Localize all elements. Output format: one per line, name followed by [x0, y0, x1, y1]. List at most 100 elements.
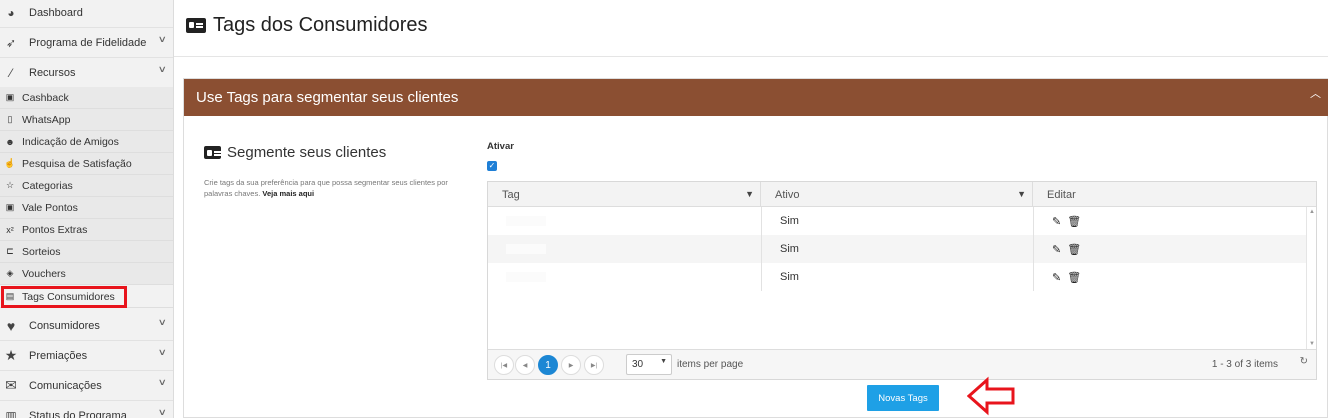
sidebar-item-label: Dashboard	[29, 6, 83, 19]
ticket-icon: ⊏	[6, 246, 14, 256]
chevron-down-icon: ∨	[158, 407, 168, 417]
sidebar-subitem-whatsapp[interactable]: ▯ WhatsApp	[0, 109, 173, 131]
sidebar-subitem-pesquisa-de-satisfacao[interactable]: ☝ Pesquisa de Satisfação	[0, 153, 173, 175]
sidebar-item-premiacoes[interactable]: ★ Premiações ∨	[0, 341, 173, 371]
sidebar-item-dashboard[interactable]: ◕ Dashboard	[0, 0, 173, 28]
column-header-tag[interactable]: Tag ▼	[488, 182, 761, 207]
panel-title: Use Tags para segmentar seus clientes	[196, 89, 459, 106]
next-page-icon[interactable]: ▶	[561, 355, 581, 375]
sidebar-subitem-label: Categorias	[22, 179, 73, 192]
money-icon: ▣	[5, 92, 15, 102]
sidebar-item-label: Recursos	[29, 66, 76, 79]
star-icon: ★	[4, 347, 18, 363]
gauge-icon: ◕	[7, 5, 15, 20]
grid-scrollbar[interactable]: ▲ ▼	[1306, 207, 1316, 349]
section-title: Segmente seus clientes	[204, 144, 386, 161]
chevron-up-icon[interactable]: ︿	[1310, 85, 1321, 101]
chevron-down-icon: ∨	[158, 317, 168, 327]
phone-icon: ▯	[7, 114, 13, 124]
column-header-ativo[interactable]: Ativo ▼	[761, 182, 1033, 207]
ativar-checkbox[interactable]: ✓	[487, 161, 497, 171]
table-row[interactable]: Sim ✎ 🗑	[488, 263, 1306, 291]
sidebar-subitem-indicacao-de-amigos[interactable]: ☻ Indicação de Amigos	[0, 131, 173, 153]
superscript-icon: x²	[6, 224, 14, 235]
new-tags-button[interactable]: Novas Tags	[867, 385, 939, 411]
app-root: ◕ Dashboard ➶ Programa de Fidelidade ∨ ⁄…	[0, 0, 1328, 418]
cell-tag-text	[506, 244, 546, 254]
sidebar-subitem-pontos-extras[interactable]: x² Pontos Extras	[0, 219, 173, 241]
sidebar-item-status-do-programa[interactable]: ▥ Status do Programa ∨	[0, 401, 173, 418]
column-header-editar: Editar	[1033, 182, 1305, 207]
cell-editar: ✎ 🗑	[1033, 235, 1305, 263]
users-icon: ☻	[5, 136, 15, 147]
page-size-select[interactable]: 30 ▼	[626, 354, 672, 375]
envelope-icon: ✉	[5, 377, 17, 393]
sidebar: ◕ Dashboard ➶ Programa de Fidelidade ∨ ⁄…	[0, 0, 174, 418]
table-row[interactable]: Sim ✎ 🗑	[488, 207, 1306, 235]
sidebar-subitem-label: Vale Pontos	[22, 201, 78, 214]
cell-editar: ✎ 🗑	[1033, 263, 1305, 291]
sidebar-subitem-vale-pontos[interactable]: ▣ Vale Pontos	[0, 197, 173, 219]
filter-icon[interactable]: ▼	[1017, 189, 1026, 199]
id-card-icon: ▤	[5, 291, 15, 301]
panel-header: Use Tags para segmentar seus clientes ︿	[184, 79, 1328, 116]
cell-tag	[488, 207, 761, 235]
cell-tag	[488, 235, 761, 263]
sidebar-item-label: Status do Programa	[29, 409, 127, 418]
sidebar-item-label: Consumidores	[29, 319, 100, 332]
cell-ativo: Sim	[761, 235, 1033, 263]
see-more-link[interactable]: Veja mais aqui	[262, 189, 314, 198]
chevron-down-icon: ∨	[158, 347, 168, 357]
cell-ativo: Sim	[761, 263, 1033, 291]
id-card-icon	[186, 18, 206, 33]
pager-info: 1 - 3 of 3 items	[1211, 359, 1278, 370]
pencil-icon[interactable]: ✎	[1052, 215, 1061, 228]
table-row[interactable]: Sim ✎ 🗑	[488, 235, 1306, 263]
section-description: Crie tags da sua preferência para que po…	[204, 177, 464, 199]
tags-grid: Tag ▼ Ativo ▼ Editar Sim ✎ 🗑 Sim ✎ 🗑 Sim…	[487, 181, 1317, 380]
previous-page-icon[interactable]: ◀	[515, 355, 535, 375]
sidebar-item-comunicacoes[interactable]: ✉ Comunicações ∨	[0, 371, 173, 401]
rocket-icon: ➶	[5, 35, 17, 50]
sidebar-subitem-label: Sorteios	[22, 245, 61, 258]
chevron-down-icon: ∨	[158, 64, 168, 74]
sidebar-subitem-label: Tags Consumidores	[22, 290, 115, 303]
grid-pager: |◀ ◀ 1 ▶ ▶| 30 ▼ items per page 1 - 3 of…	[488, 349, 1316, 379]
money-icon: ▣	[5, 202, 15, 212]
sidebar-subitem-categorias[interactable]: ☆ Categorias	[0, 175, 173, 197]
star-half-icon: ☆	[5, 180, 15, 190]
sidebar-subitem-label: Cashback	[22, 91, 69, 104]
ativar-label: Ativar	[487, 141, 514, 152]
sidebar-subitem-label: Pontos Extras	[22, 223, 88, 236]
page-title-text: Tags dos Consumidores	[213, 14, 428, 36]
sidebar-item-recursos[interactable]: ⁄ Recursos ∨	[0, 58, 173, 88]
page-title: Tags dos Consumidores	[186, 14, 428, 37]
trash-icon[interactable]: 🗑	[1067, 243, 1081, 256]
sidebar-subitem-label: Vouchers	[22, 267, 66, 280]
scroll-down-icon[interactable]: ▼	[1309, 341, 1315, 347]
annotation-arrow-icon	[967, 376, 1015, 416]
caret-down-icon: ▼	[660, 358, 667, 365]
thumbs-up-icon: ☝	[4, 158, 16, 168]
page-header: Tags dos Consumidores	[174, 0, 1328, 57]
scroll-up-icon[interactable]: ▲	[1309, 209, 1315, 215]
sidebar-item-programa-de-fidelidade[interactable]: ➶ Programa de Fidelidade ∨	[0, 28, 173, 58]
filter-icon[interactable]: ▼	[745, 189, 754, 199]
refresh-icon[interactable]: ↻	[1300, 356, 1308, 367]
last-page-icon[interactable]: ▶|	[584, 355, 604, 375]
magic-wand-icon: ⁄	[9, 65, 12, 80]
pencil-icon[interactable]: ✎	[1052, 271, 1061, 284]
trash-icon[interactable]: 🗑	[1067, 271, 1081, 284]
pencil-icon[interactable]: ✎	[1052, 243, 1061, 256]
sidebar-item-label: Premiações	[29, 349, 88, 362]
trash-icon[interactable]: 🗑	[1067, 215, 1081, 228]
sidebar-item-consumidores[interactable]: ♥ Consumidores ∨	[0, 311, 173, 341]
sidebar-subitem-tags-consumidores[interactable]: ▤ Tags Consumidores	[0, 286, 173, 308]
tag-icon: ◈	[6, 268, 14, 278]
sidebar-subitem-vouchers[interactable]: ◈ Vouchers	[0, 263, 173, 285]
first-page-icon[interactable]: |◀	[494, 355, 514, 375]
page-button-current[interactable]: 1	[538, 355, 558, 375]
sidebar-subitem-cashback[interactable]: ▣ Cashback	[0, 87, 173, 109]
sidebar-subitem-sorteios[interactable]: ⊏ Sorteios	[0, 241, 173, 263]
chevron-down-icon: ∨	[158, 34, 168, 44]
